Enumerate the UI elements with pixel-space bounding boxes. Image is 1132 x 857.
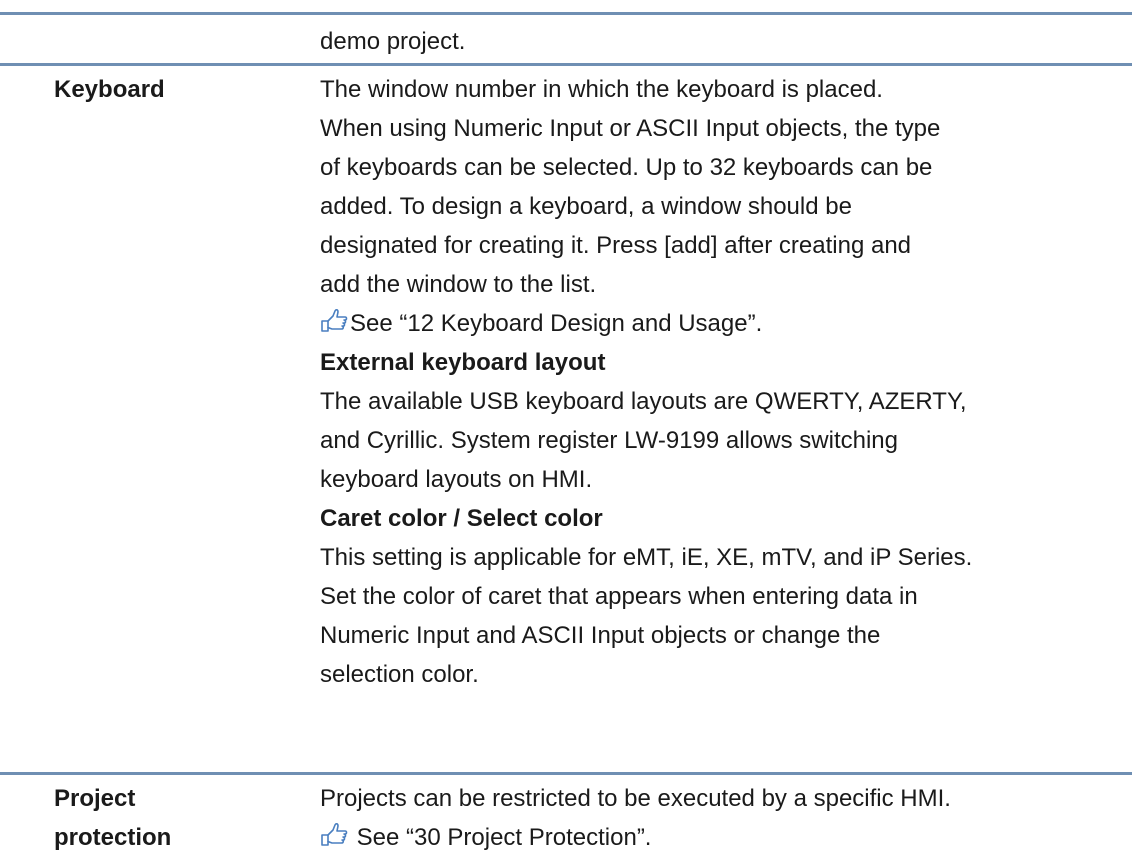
label-line: protection [54, 824, 172, 851]
row-label-keyboard: Keyboard [54, 76, 165, 103]
content-line: added. To design a keyboard, a window sh… [320, 193, 852, 220]
see-link-text: See “12 Keyboard Design and Usage”. [350, 310, 763, 337]
label-line: Project [54, 785, 136, 812]
row-content-project-protection: Projects can be restricted to be execute… [320, 779, 1120, 857]
content-line: The window number in which the keyboard … [320, 76, 883, 103]
content-line: designated for creating it. Press [add] … [320, 232, 912, 259]
content-line: add the window to the list. [320, 271, 597, 298]
table-rule-top [0, 12, 1132, 15]
table-rule [0, 63, 1132, 66]
external-keyboard-heading: External keyboard layout [320, 349, 606, 376]
content-line: demo project. [320, 28, 466, 55]
pointing-hand-icon [321, 822, 348, 846]
content-line: keyboard layouts on HMI. [320, 466, 593, 493]
see-reference: See “12 Keyboard Design and Usage”. [320, 304, 1120, 343]
content-line: When using Numeric Input or ASCII Input … [320, 115, 941, 142]
table-rule [0, 772, 1132, 775]
see-reference: See “30 Project Protection”. [320, 818, 1120, 857]
row-content: demo project. [320, 22, 1120, 61]
content-line: The available USB keyboard layouts are Q… [320, 388, 967, 415]
pointing-hand-icon [321, 308, 348, 332]
row-content-keyboard: The window number in which the keyboard … [320, 70, 1120, 694]
content-line: and Cyrillic. System register LW-9199 al… [320, 427, 898, 454]
content-line: of keyboards can be selected. Up to 32 k… [320, 154, 933, 181]
row-label-project-protection: Project protection [54, 779, 171, 857]
content-line: Numeric Input and ASCII Input objects or… [320, 622, 881, 649]
content-line: Projects can be restricted to be execute… [320, 785, 951, 812]
content-line: selection color. [320, 661, 479, 688]
content-line: This setting is applicable for eMT, iE, … [320, 544, 973, 571]
caret-color-heading: Caret color / Select color [320, 505, 603, 532]
content-line: Set the color of caret that appears when… [320, 583, 918, 610]
